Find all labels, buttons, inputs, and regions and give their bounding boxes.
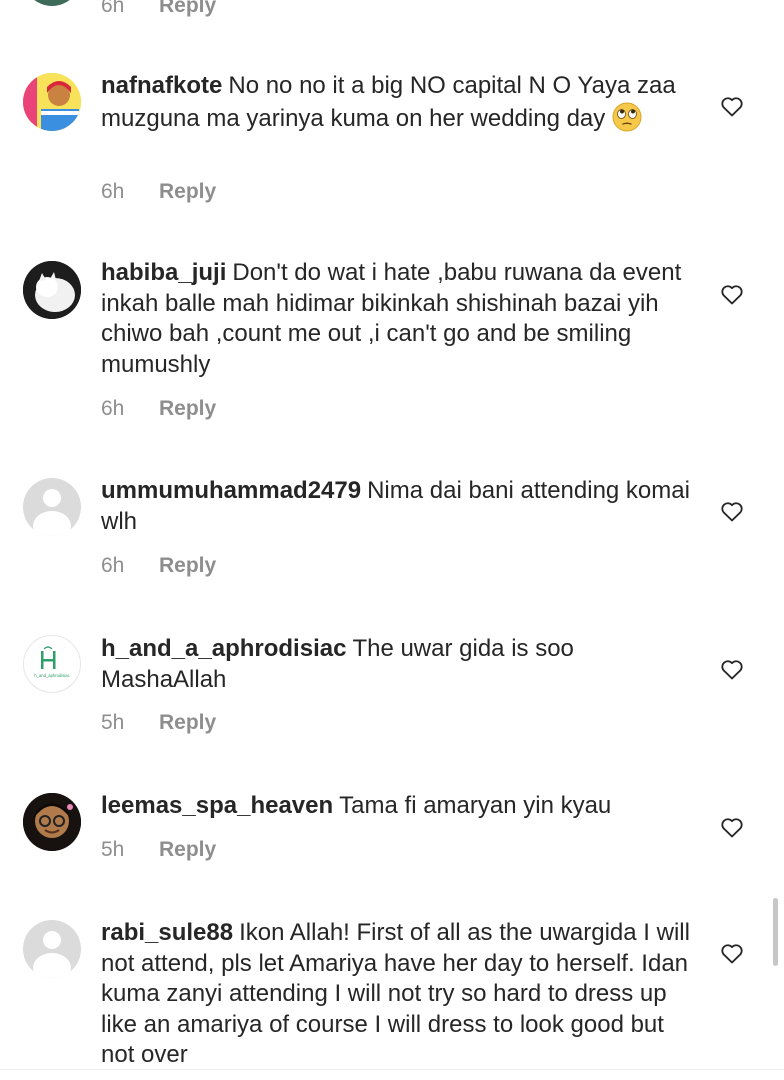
avatar-body-shape [33, 953, 71, 978]
reply-button[interactable]: Reply [159, 554, 216, 577]
comment-time: 6h [101, 554, 125, 577]
avatar-image [23, 73, 81, 131]
comment-time: 6h [101, 397, 125, 420]
comment-text-block: rabi_sule88 Ikon Allah! First of all as t… [101, 918, 691, 1068]
comment-text-block: h_and_a_aphrodisiac The uwar gida is soo … [101, 634, 691, 695]
divider [0, 1069, 784, 1070]
comment-meta: 5h Reply [101, 838, 216, 862]
heart-outline-icon[interactable] [720, 942, 744, 964]
default-avatar[interactable] [23, 478, 81, 536]
reply-button[interactable]: Reply [159, 0, 216, 17]
comment-meta: 6h Reply [101, 0, 216, 18]
logo-caption: h_and_aphrodisiac [34, 673, 69, 678]
comment-meta: 6h Reply [101, 180, 216, 204]
comment-meta: 6h Reply [101, 554, 216, 578]
avatar[interactable] [23, 0, 81, 6]
heart-outline-icon[interactable] [720, 283, 744, 305]
avatar-head-shape [43, 931, 61, 949]
comment-username[interactable]: nafnafkote [101, 72, 222, 99]
default-avatar[interactable] [23, 920, 81, 978]
avatar-body-shape [33, 511, 71, 536]
avatar-image [23, 793, 81, 851]
comment-time: 6h [101, 180, 125, 203]
heart-outline-icon[interactable] [720, 95, 744, 117]
logo-avatar[interactable]: h_and_aphrodisiac [23, 635, 81, 693]
reply-button[interactable]: Reply [159, 711, 216, 734]
avatar[interactable] [23, 793, 81, 851]
reply-button[interactable]: Reply [159, 180, 216, 203]
avatar-image [23, 261, 81, 319]
comment-time: 5h [101, 711, 125, 734]
heart-outline-icon[interactable] [720, 500, 744, 522]
comment-text-block: ummumuhammad2479 Nima dai bani attending … [101, 476, 691, 537]
comment-username[interactable]: ummumuhammad2479 [101, 477, 361, 504]
comment-username[interactable]: leemas_spa_heaven [101, 792, 333, 819]
comment-time: 5h [101, 838, 125, 861]
scrollbar[interactable] [773, 898, 778, 966]
comment-text-block: nafnafkote No no no it a big NO capital N… [101, 71, 691, 134]
heart-outline-icon[interactable] [720, 816, 744, 838]
comment-meta: 6h Reply [101, 397, 216, 421]
heart-outline-icon[interactable] [720, 658, 744, 680]
avatar[interactable] [23, 73, 81, 131]
comment-meta: 5h Reply [101, 711, 216, 735]
comment-username[interactable]: habiba_juji [101, 259, 226, 286]
rolling-eyes-emoji-icon [612, 102, 642, 131]
avatar[interactable] [23, 261, 81, 319]
reply-button[interactable]: Reply [159, 838, 216, 861]
brand-logo-icon: h_and_aphrodisiac [34, 646, 70, 678]
comment-text-block: leemas_spa_heaven Tama fi amaryan yin kya… [101, 791, 691, 822]
comments-feed: 6h Reply nafnafkote No no no it a big NO c… [0, 0, 784, 1080]
comment-text-block: habiba_juji Don't do wat i hate ,babu ruw… [101, 258, 691, 380]
reply-button[interactable]: Reply [159, 397, 216, 420]
comment-time: 6h [101, 0, 125, 17]
comment-body: Tama fi amaryan yin kyau [339, 792, 612, 819]
comment-username[interactable]: h_and_a_aphrodisiac [101, 635, 346, 662]
comment-username[interactable]: rabi_sule88 [101, 919, 233, 946]
avatar-head-shape [43, 489, 61, 507]
